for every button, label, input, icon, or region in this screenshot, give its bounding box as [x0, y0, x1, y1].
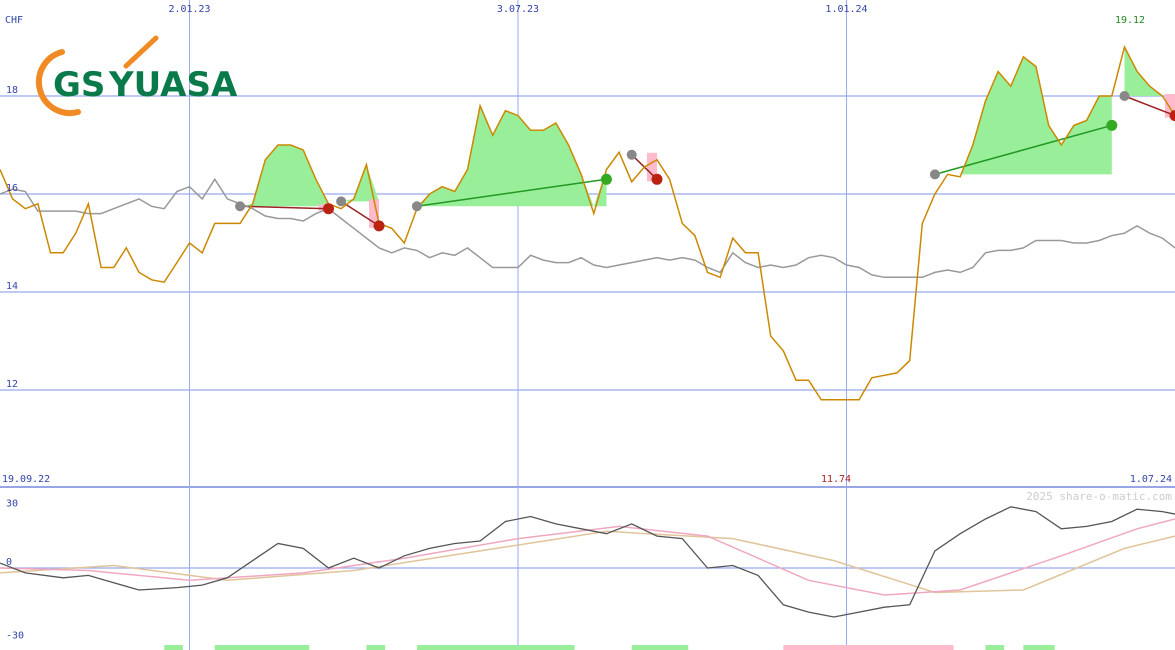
date-gridlines: [189, 0, 848, 650]
start-date-label: 19.09.22: [2, 474, 50, 485]
low-value-label: 11.74: [821, 474, 851, 485]
volume-bar-6: [985, 645, 1005, 650]
trade-area-5: [1124, 47, 1175, 96]
trade-entry-point-4: [929, 169, 940, 180]
trade-entry-point-1: [336, 196, 347, 207]
volume-bars: [164, 645, 1055, 650]
date-label-2: 1.01.24: [825, 4, 867, 15]
trade-exit-point-4: [1106, 119, 1118, 131]
trade-entry-point-5: [1119, 91, 1130, 101]
price-tick-16: 16: [6, 183, 18, 194]
company-logo: GS YUASA: [35, 35, 238, 117]
oscillator-signal-tan-line: [0, 530, 1175, 594]
trade-entry-point-3: [626, 149, 637, 160]
price-tick-14: 14: [6, 281, 18, 292]
trade-area-4: [934, 56, 1112, 175]
date-label-0: 2.01.23: [168, 4, 210, 15]
volume-bar-5: [783, 645, 954, 650]
trade-exit-point-0: [322, 203, 334, 215]
currency-label: CHF: [5, 15, 23, 26]
stock-chart: CHF 18 16 14 12 30 0 -30 2.01.23 3.07.23 1.01.2…: [0, 0, 1175, 650]
trade-entry-point-2: [411, 201, 422, 212]
logo-text-yuasa: YUASA: [108, 65, 238, 105]
date-label-1: 3.07.23: [497, 4, 539, 15]
price-tick-labels: 18 16 14 12: [6, 85, 18, 390]
end-date-label: 1.07.24: [1130, 474, 1172, 485]
price-tick-18: 18: [6, 85, 18, 96]
oscillator-tick--30: -30: [6, 631, 24, 642]
volume-bar-0: [164, 645, 183, 650]
oscillator-main-line: [0, 506, 1175, 618]
logo-text-gs: GS: [53, 65, 105, 105]
trade-area-2: [416, 105, 607, 207]
trade-entry-point-0: [235, 201, 246, 212]
trade-markers: [240, 47, 1175, 228]
oscillator-tick-30: 30: [6, 499, 18, 510]
watermark: 2025 share-o-matic.com: [1026, 490, 1172, 503]
high-value-label: 19.12: [1115, 15, 1145, 26]
volume-bar-1: [214, 645, 310, 650]
trade-area-0: [240, 145, 329, 207]
trade-exit-point-3: [651, 173, 663, 185]
volume-bar-4: [631, 645, 689, 650]
volume-bar-7: [1023, 645, 1055, 650]
oscillator-tick-0: 0: [6, 557, 12, 568]
trade-exit-point-2: [600, 173, 612, 185]
volume-bar-3: [416, 645, 575, 650]
price-tick-12: 12: [6, 379, 18, 390]
volume-bar-2: [366, 645, 386, 650]
logo-slash-icon: [123, 35, 159, 69]
trade-exit-point-1: [373, 220, 385, 232]
top-date-labels: 2.01.23 3.07.23 1.01.24: [168, 4, 867, 15]
oscillator-tick-labels: 30 0 -30: [6, 499, 24, 642]
